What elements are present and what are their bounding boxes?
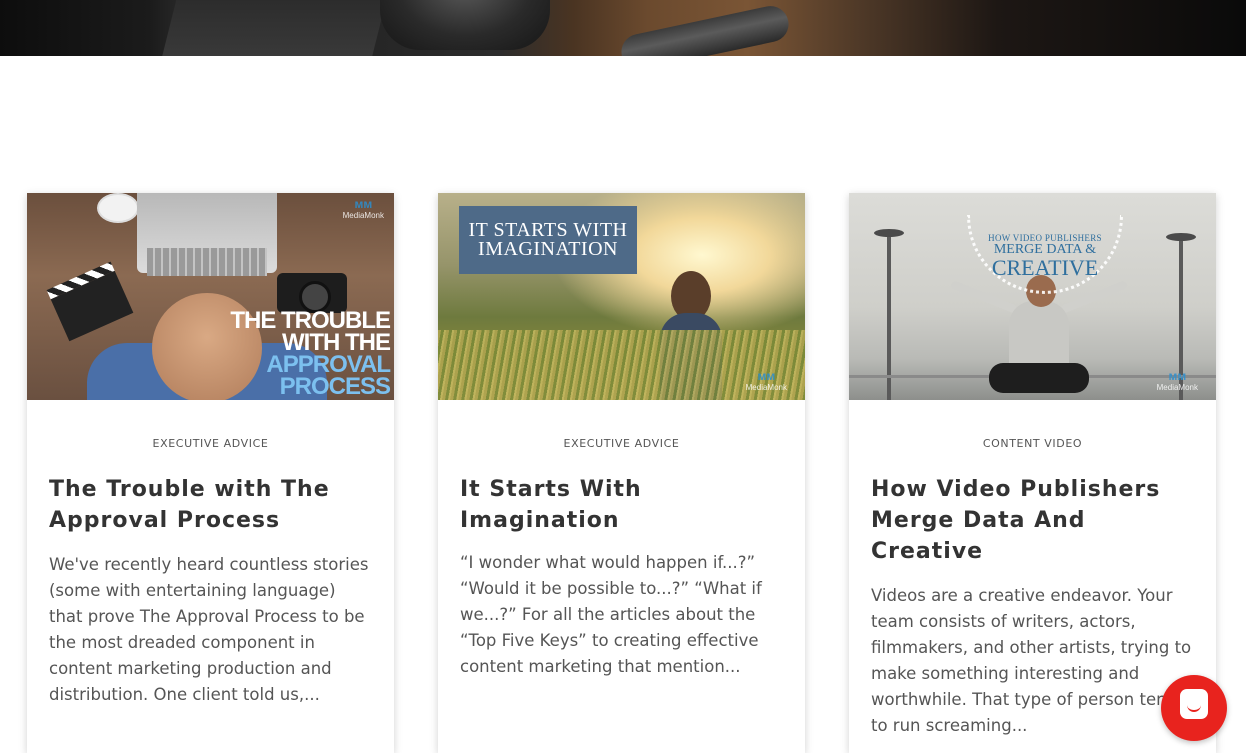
article-title[interactable]: The Trouble with The Approval Process (49, 474, 372, 536)
mm-logo-icon: ᴍᴍ (1168, 369, 1187, 383)
hero-pen-shape (618, 2, 792, 56)
woman-body-shape (1009, 301, 1069, 371)
article-excerpt: We've recently heard countless stories (… (49, 555, 369, 704)
article-thumbnail[interactable]: ᴍᴍ MediaMonk THE TROUBLE WITH THE APPROV… (27, 193, 394, 400)
mm-logo-icon: ᴍᴍ (354, 197, 373, 211)
mediamonk-logo: ᴍᴍ MediaMonk (343, 197, 384, 220)
article-category[interactable]: EXECUTIVE ADVICE (438, 437, 805, 451)
hero-laptop-shape (161, 0, 389, 56)
article-card-approval-process[interactable]: ᴍᴍ MediaMonk THE TROUBLE WITH THE APPROV… (27, 193, 394, 753)
overlay-line: IMAGINATION (478, 238, 618, 260)
street-lamp-head (874, 229, 904, 237)
chat-widget-button[interactable] (1161, 675, 1227, 741)
clapperboard-shape (50, 270, 134, 342)
mediamonk-logo: ᴍᴍ MediaMonk (746, 369, 787, 392)
hero-mug-shape (380, 0, 550, 50)
keyboard-shape (147, 248, 267, 276)
article-excerpt: “I wonder what would happen if...?” “Wou… (460, 553, 762, 676)
article-thumbnail[interactable]: IT STARTS WITH IMAGINATION ᴍᴍ MediaMonk (438, 193, 805, 400)
hero-banner-image (0, 0, 1246, 56)
mediamonk-logo: ᴍᴍ MediaMonk (1157, 369, 1198, 392)
thumbnail-overlay-text: THE TROUBLE WITH THE APPROVAL PROCESS (230, 309, 391, 400)
article-card-imagination[interactable]: IT STARTS WITH IMAGINATION ᴍᴍ MediaMonk … (438, 193, 805, 753)
article-title[interactable]: How Video Publishers Merge Data And Crea… (871, 474, 1194, 567)
woman-legs-shape (989, 363, 1089, 393)
logo-text: MediaMonk (1156, 383, 1198, 392)
street-lamp-head (1166, 233, 1196, 241)
overlay-line: PROCESS (279, 373, 391, 400)
overlay-line: CREATIVE (991, 255, 1099, 280)
article-card-merge-data[interactable]: HOW VIDEO PUBLISHERS MERGE DATA & CREATI… (849, 193, 1216, 753)
thumbnail-overlay-text: HOW VIDEO PUBLISHERS MERGE DATA & CREATI… (961, 233, 1129, 279)
article-title[interactable]: It Starts With Imagination (460, 474, 783, 536)
article-thumbnail[interactable]: HOW VIDEO PUBLISHERS MERGE DATA & CREATI… (849, 193, 1216, 400)
mm-logo-icon: ᴍᴍ (757, 369, 776, 383)
logo-text: MediaMonk (745, 383, 787, 392)
article-excerpt: Videos are a creative endeavor. Your tea… (871, 586, 1192, 735)
article-category[interactable]: EXECUTIVE ADVICE (27, 437, 394, 451)
woman-arm-shape (950, 280, 1018, 314)
thumbnail-overlay-text: IT STARTS WITH IMAGINATION (459, 206, 637, 274)
chat-bubble-icon (1180, 689, 1208, 719)
logo-text: MediaMonk (342, 211, 384, 220)
coffee-cup-shape (97, 193, 139, 223)
article-category[interactable]: CONTENT VIDEO (849, 437, 1216, 451)
